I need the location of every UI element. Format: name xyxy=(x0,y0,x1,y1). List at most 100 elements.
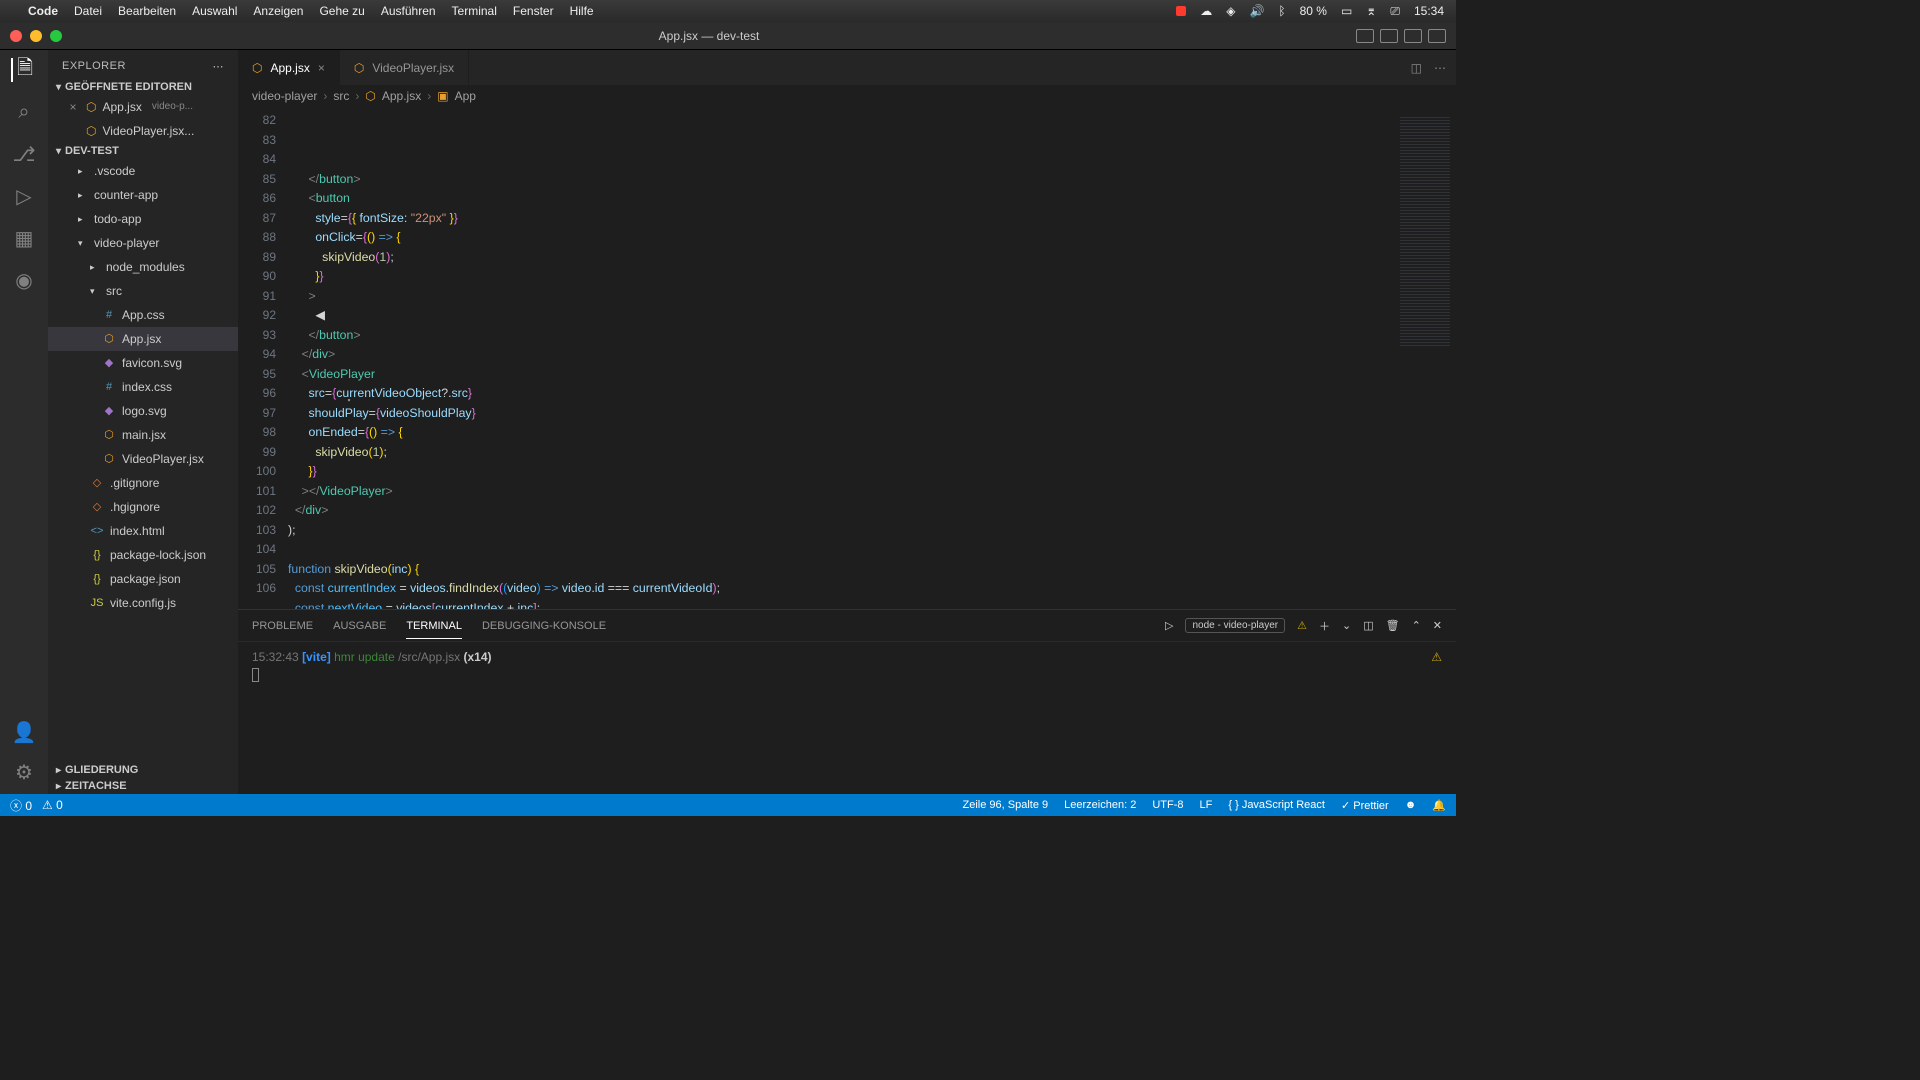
terminal-launch-icon[interactable]: ▷ xyxy=(1165,619,1173,632)
tree-item[interactable]: ◇.hgignore xyxy=(48,495,238,519)
tree-item[interactable]: ▾src xyxy=(48,279,238,303)
tree-item[interactable]: ⬡VideoPlayer.jsx xyxy=(48,447,238,471)
control-center-icon[interactable]: ⎚ xyxy=(1390,4,1400,19)
language-mode[interactable]: { } JavaScript React xyxy=(1228,799,1325,811)
editor-tab[interactable]: ⬡App.jsx× xyxy=(238,50,340,85)
menu-help[interactable]: Hilfe xyxy=(570,4,594,18)
panel-tab-terminal[interactable]: TERMINAL xyxy=(406,620,462,639)
panel-tab-debug-console[interactable]: DEBUGGING-KONSOLE xyxy=(482,620,606,632)
bluetooth-icon[interactable]: ᛒ xyxy=(1278,4,1285,18)
close-tab-icon[interactable]: × xyxy=(318,61,325,75)
terminal-output[interactable]: 15:32:43 [vite] hmr update /src/App.jsx … xyxy=(238,642,1456,794)
maximize-window-button[interactable] xyxy=(50,30,62,42)
accounts-icon[interactable]: 👤 xyxy=(12,720,36,744)
chevron-right-icon: ▸ xyxy=(56,765,61,776)
open-editor-item[interactable]: ×⬡App.jsxvideo-p... xyxy=(48,95,238,119)
timeline-section[interactable]: ▸ ZEITACHSE xyxy=(48,778,238,794)
cloud-icon[interactable]: ☁︎ xyxy=(1200,4,1212,18)
tree-item[interactable]: ▸todo-app xyxy=(48,207,238,231)
error-count-icon[interactable]: ⓧ 0 xyxy=(10,797,32,814)
explorer-icon[interactable]: 🗎 xyxy=(11,58,35,82)
editor-tabs: ⬡App.jsx×⬡VideoPlayer.jsx ◫ ⋯ xyxy=(238,50,1456,85)
tree-item[interactable]: ▸.vscode xyxy=(48,159,238,183)
remote-icon[interactable]: ◉ xyxy=(12,268,36,292)
chevron-icon: ▸ xyxy=(90,257,100,277)
extensions-icon[interactable]: ▦ xyxy=(12,226,36,250)
file-icon: # xyxy=(102,377,116,397)
terminal-profile-label[interactable]: node - video-player xyxy=(1185,618,1285,633)
close-window-button[interactable] xyxy=(10,30,22,42)
menu-edit[interactable]: Bearbeiten xyxy=(118,4,176,18)
menu-window[interactable]: Fenster xyxy=(513,4,554,18)
tree-item[interactable]: ◆favicon.svg xyxy=(48,351,238,375)
tree-item[interactable]: {}package.json xyxy=(48,567,238,591)
editor-more-icon[interactable]: ⋯ xyxy=(1434,61,1446,75)
layout-left-icon[interactable] xyxy=(1356,29,1374,43)
feedback-icon[interactable]: ☻ xyxy=(1405,799,1417,811)
tree-item[interactable]: #index.css xyxy=(48,375,238,399)
project-section[interactable]: ▾ DEV-TEST xyxy=(48,143,238,159)
menu-terminal[interactable]: Terminal xyxy=(452,4,497,18)
clock[interactable]: 15:34 xyxy=(1414,4,1444,18)
layout-customize-icon[interactable] xyxy=(1428,29,1446,43)
minimap[interactable] xyxy=(1376,107,1456,609)
warning-count-icon[interactable]: ⚠ 0 xyxy=(42,798,63,812)
tree-item[interactable]: JSvite.config.js xyxy=(48,591,238,615)
panel-maximize-icon[interactable]: ⌃ xyxy=(1412,619,1421,632)
menu-file[interactable]: Datei xyxy=(74,4,102,18)
tree-item[interactable]: ⬡main.jsx xyxy=(48,423,238,447)
wifi-icon[interactable]: ⌆ xyxy=(1366,4,1376,18)
tree-item[interactable]: ◇.gitignore xyxy=(48,471,238,495)
close-editor-icon[interactable]: × xyxy=(66,97,80,117)
layout-right-icon[interactable] xyxy=(1404,29,1422,43)
symbol-icon: ▣ xyxy=(437,89,448,103)
run-debug-icon[interactable]: ▷ xyxy=(12,184,36,208)
tree-item[interactable]: #App.css xyxy=(48,303,238,327)
open-editors-section[interactable]: ▾ GEÖFFNETE EDITOREN xyxy=(48,79,238,95)
source-control-icon[interactable]: ⎇ xyxy=(12,142,36,166)
traffic-lights xyxy=(10,30,62,42)
indentation[interactable]: Leerzeichen: 2 xyxy=(1064,799,1136,811)
tree-item[interactable]: ◆logo.svg xyxy=(48,399,238,423)
menu-selection[interactable]: Auswahl xyxy=(192,4,237,18)
tree-item[interactable]: <>index.html xyxy=(48,519,238,543)
docker-icon[interactable]: ◈ xyxy=(1226,4,1235,18)
breadcrumbs[interactable]: video-player› src› ⬡ App.jsx› ▣ App xyxy=(238,85,1456,107)
explorer-more-icon[interactable]: ⋯ xyxy=(213,60,225,73)
warning-icon[interactable]: ⚠ xyxy=(1297,619,1307,632)
tree-item[interactable]: ▾video-player xyxy=(48,231,238,255)
tree-item[interactable]: {}package-lock.json xyxy=(48,543,238,567)
outline-section[interactable]: ▸ GLIEDERUNG xyxy=(48,762,238,778)
tree-item[interactable]: ⬡App.jsx xyxy=(48,327,238,351)
screen-record-icon[interactable] xyxy=(1176,6,1186,16)
cursor-position[interactable]: Zeile 96, Spalte 9 xyxy=(963,799,1049,811)
encoding[interactable]: UTF-8 xyxy=(1152,799,1183,811)
prettier-status[interactable]: ✓ Prettier xyxy=(1341,799,1389,812)
panel-close-icon[interactable]: ✕ xyxy=(1433,619,1442,632)
open-editor-item[interactable]: ⬡VideoPlayer.jsx... xyxy=(48,119,238,143)
search-icon[interactable]: ⌕ xyxy=(12,100,36,124)
terminal-dropdown-icon[interactable]: ⌄ xyxy=(1342,619,1351,632)
menu-run[interactable]: Ausführen xyxy=(381,4,436,18)
split-editor-icon[interactable]: ◫ xyxy=(1411,61,1422,75)
minimize-window-button[interactable] xyxy=(30,30,42,42)
menu-view[interactable]: Anzeigen xyxy=(253,4,303,18)
panel-tab-problems[interactable]: PROBLEME xyxy=(252,620,313,632)
settings-gear-icon[interactable]: ⚙ xyxy=(12,760,36,784)
kill-terminal-icon[interactable]: 🗑 xyxy=(1386,619,1400,632)
tree-item[interactable]: ▸counter-app xyxy=(48,183,238,207)
eol[interactable]: LF xyxy=(1200,799,1213,811)
battery-icon: ▭ xyxy=(1341,4,1352,18)
new-terminal-icon[interactable]: ＋ xyxy=(1319,618,1330,634)
notifications-icon[interactable]: 🔔 xyxy=(1432,799,1446,812)
volume-icon[interactable]: 🔊 xyxy=(1249,4,1264,18)
code-editor[interactable]: ⸼ </button> <button style={{ fontSize: "… xyxy=(288,107,1376,609)
tree-item[interactable]: ▸node_modules xyxy=(48,255,238,279)
panel-tab-output[interactable]: AUSGABE xyxy=(333,620,386,632)
file-icon: <> xyxy=(90,521,104,541)
layout-bottom-icon[interactable] xyxy=(1380,29,1398,43)
split-terminal-icon[interactable]: ◫ xyxy=(1363,619,1373,632)
menu-go[interactable]: Gehe zu xyxy=(319,4,364,18)
editor-tab[interactable]: ⬡VideoPlayer.jsx xyxy=(340,50,469,85)
app-name[interactable]: Code xyxy=(28,4,58,18)
